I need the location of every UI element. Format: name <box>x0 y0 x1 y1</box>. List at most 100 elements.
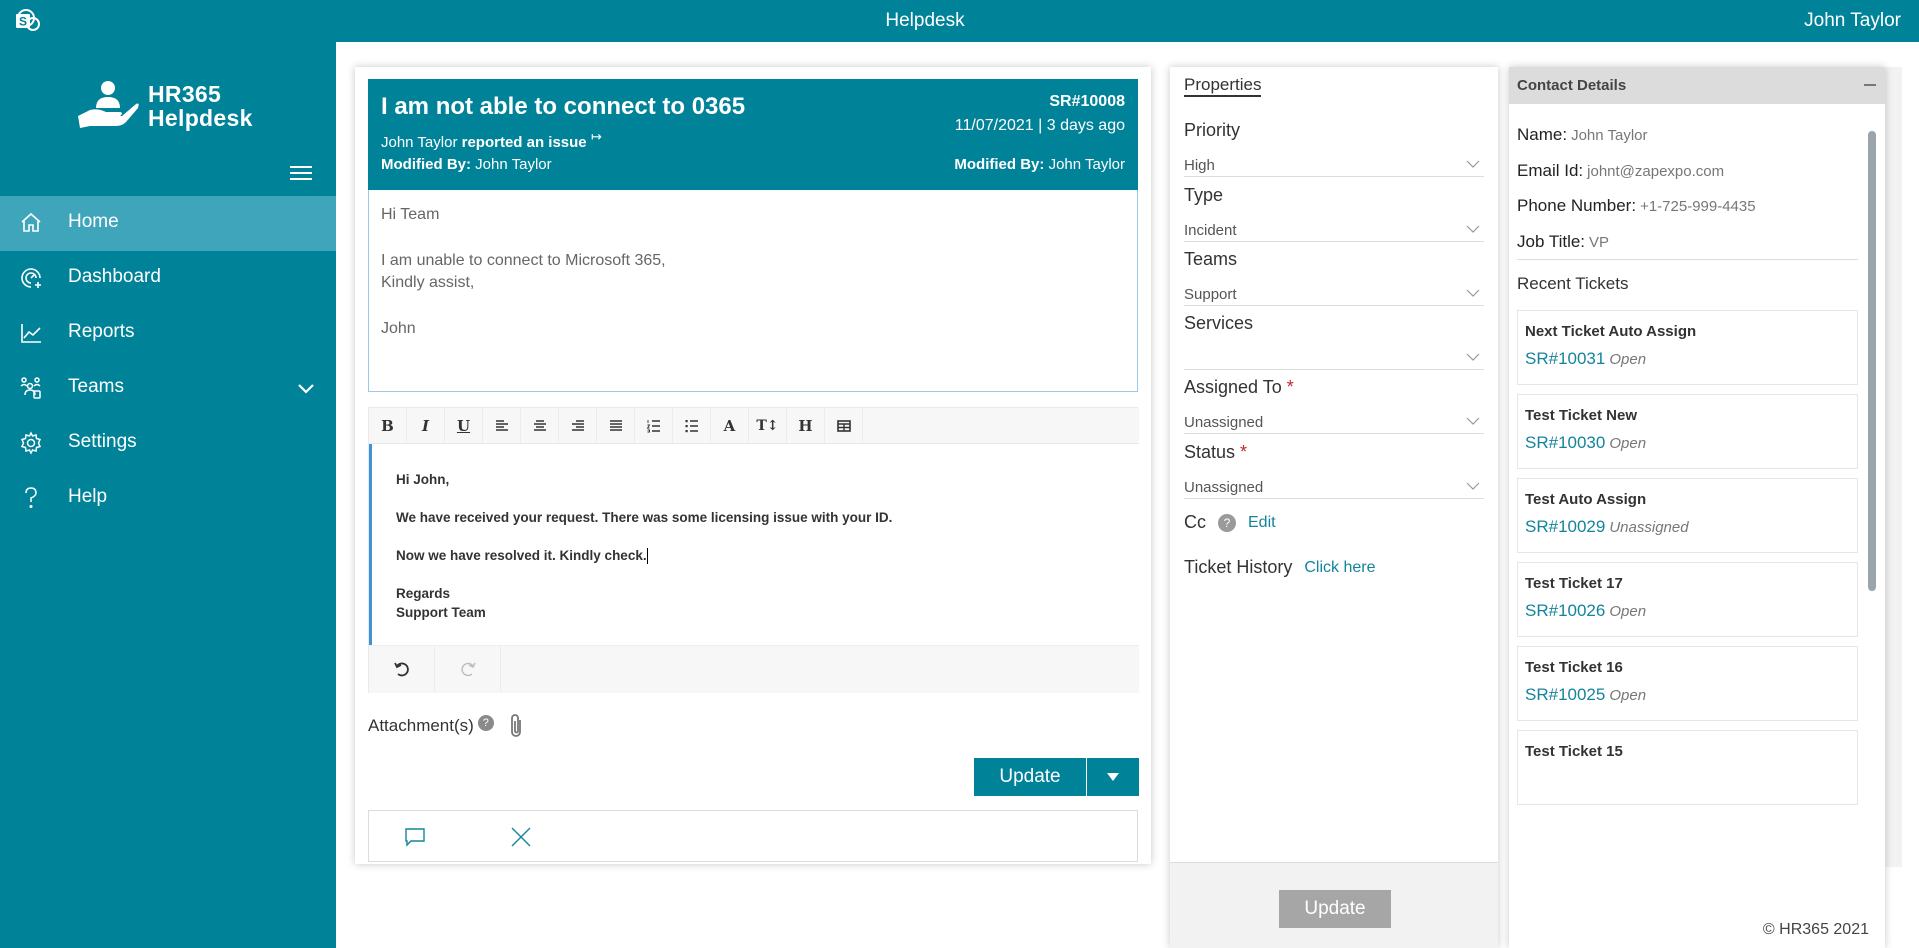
insert-table-button[interactable] <box>825 408 863 443</box>
redo-icon <box>460 662 476 677</box>
modified-by-right: Modified By: John Taylor <box>954 156 1125 173</box>
sidebar-item-home[interactable]: Home <box>0 196 336 251</box>
undo-button[interactable] <box>369 646 435 692</box>
minimize-icon[interactable] <box>1864 84 1876 86</box>
undo-redo-bar <box>369 645 1139 693</box>
font-size-button[interactable]: T↕ <box>749 408 787 443</box>
recent-ticket-card[interactable]: Test Auto Assign SR#10029 Unassigned <box>1517 478 1858 553</box>
recent-ticket-card[interactable]: Test Ticket 15 <box>1517 730 1858 805</box>
assigned-to-select[interactable]: Unassigned <box>1184 410 1484 434</box>
recent-ticket-sr-link[interactable]: SR#10026 <box>1525 601 1605 620</box>
bold-button[interactable]: B <box>369 408 407 443</box>
priority-label: Priority <box>1184 120 1241 140</box>
unordered-list-button[interactable] <box>673 408 711 443</box>
comment-icon[interactable] <box>403 825 427 849</box>
reply-text-area[interactable]: Hi John, We have received your request. … <box>369 444 1139 645</box>
sidebar-item-teams[interactable]: Teams <box>0 361 336 416</box>
assigned-to-value: Unassigned <box>1184 414 1264 431</box>
reply-greeting: Hi John, <box>396 472 450 487</box>
recent-ticket-sr-link[interactable]: SR#10031 <box>1525 349 1605 368</box>
contact-email-label: Email Id: <box>1517 161 1584 180</box>
type-select[interactable]: Incident <box>1184 218 1484 242</box>
close-icon[interactable] <box>509 825 533 849</box>
recent-ticket-card[interactable]: Test Ticket 16 SR#10025 Open <box>1517 646 1858 721</box>
recent-ticket-card[interactable]: Test Ticket 17 SR#10026 Open <box>1517 562 1858 637</box>
ticket-header: I am not able to connect to 0365 John Ta… <box>368 79 1138 190</box>
heading-button[interactable]: H <box>787 408 825 443</box>
sidebar-item-help[interactable]: Help <box>0 471 336 526</box>
required-asterisk: * <box>1286 377 1294 397</box>
hamburger-menu-icon[interactable] <box>290 166 312 180</box>
paperclip-icon[interactable] <box>506 712 526 740</box>
modified-by-value: John Taylor <box>1048 156 1125 173</box>
ticket-history-link[interactable]: Click here <box>1304 559 1375 577</box>
recent-ticket-sr-link[interactable]: SR#10029 <box>1525 517 1605 536</box>
contact-details-panel: Contact Details Name: John Taylor Email I… <box>1509 67 1885 948</box>
cc-label: Cc <box>1184 512 1206 532</box>
chevron-down-icon <box>1466 225 1480 233</box>
undo-icon <box>393 662 409 677</box>
ordered-list-button[interactable] <box>635 408 673 443</box>
help-icon[interactable]: ? <box>477 715 494 731</box>
comment-actions-box <box>368 810 1138 862</box>
contact-job-label: Job Title: <box>1517 232 1586 251</box>
recent-tickets-list: Next Ticket Auto Assign SR#10031 Open Tes… <box>1517 310 1858 831</box>
priority-select[interactable]: High <box>1184 153 1484 177</box>
scrollbar-thumb[interactable] <box>1868 131 1876 591</box>
recent-ticket-status: Unassigned <box>1609 519 1689 536</box>
redo-button[interactable] <box>435 646 501 692</box>
reply-editor: B I U A T↕ H Hi John, We have received y… <box>368 407 1139 693</box>
align-center-button[interactable] <box>521 408 559 443</box>
recent-ticket-card[interactable]: Next Ticket Auto Assign SR#10031 Open <box>1517 310 1858 385</box>
cc-row: Cc ? Edit <box>1184 512 1276 533</box>
body-line: I am unable to connect to Microsoft 365, <box>381 252 666 269</box>
sidebar-item-settings[interactable]: Settings <box>0 416 336 471</box>
recent-ticket-card[interactable]: Test Ticket New SR#10030 Open <box>1517 394 1858 469</box>
justify-button[interactable] <box>597 408 635 443</box>
sidebar-nav: Home Dashboard Reports Teams Settings He… <box>0 196 336 526</box>
cc-edit-link[interactable]: Edit <box>1248 514 1276 532</box>
italic-button[interactable]: I <box>407 408 445 443</box>
ticket-title: I am not able to connect to 0365 <box>381 93 746 120</box>
user-name[interactable]: John Taylor <box>1804 10 1901 32</box>
font-color-button[interactable]: A <box>711 408 749 443</box>
underline-button[interactable]: U <box>445 408 483 443</box>
update-dropdown-button[interactable] <box>1087 758 1139 796</box>
teams-select[interactable]: Support <box>1184 282 1484 306</box>
modified-label: Modified By: <box>381 156 471 173</box>
status-select[interactable]: Unassigned <box>1184 475 1484 499</box>
home-icon <box>21 212 41 232</box>
modified-label: Modified By: <box>954 156 1045 173</box>
type-field: Type Incident <box>1184 185 1484 242</box>
chevron-down-icon <box>1466 417 1480 425</box>
align-left-button[interactable] <box>483 408 521 443</box>
sidebar-item-label: Reports <box>68 321 135 342</box>
recent-ticket-sr-link[interactable]: SR#10030 <box>1525 433 1605 452</box>
recent-ticket-sr-link[interactable]: SR#10025 <box>1525 685 1605 704</box>
chevron-down-icon[interactable] <box>296 379 316 399</box>
update-button[interactable]: Update <box>974 758 1086 796</box>
contact-job-value: VP <box>1589 234 1610 251</box>
app-title: Helpdesk <box>885 10 965 31</box>
recent-ticket-status: Open <box>1609 603 1647 620</box>
brand-text: HR365 Helpdesk <box>148 82 253 130</box>
assigned-to-field: Assigned To * Unassigned <box>1184 377 1484 434</box>
sidebar-item-reports[interactable]: Reports <box>0 306 336 361</box>
reply-paragraph-text: Now we have resolved it. Kindly check. <box>396 548 647 563</box>
ticket-history-row: Ticket History Click here <box>1184 557 1375 578</box>
teams-label: Teams <box>1184 249 1238 269</box>
properties-panel: Properties Priority High Type Incident T… <box>1170 67 1498 948</box>
recent-ticket-status: Open <box>1609 687 1647 704</box>
services-select[interactable] <box>1184 346 1484 370</box>
help-icon[interactable]: ? <box>1218 513 1236 532</box>
recent-ticket-title: Test Ticket 15 <box>1525 743 1623 760</box>
align-right-button[interactable] <box>559 408 597 443</box>
recent-ticket-title: Test Ticket 17 <box>1525 575 1623 592</box>
arrow-right-to-icon[interactable]: ↦ <box>591 129 602 144</box>
brand-logo[interactable]: HR365 Helpdesk <box>76 78 276 138</box>
properties-update-button[interactable]: Update <box>1279 890 1391 928</box>
reporter-name: John Taylor <box>381 134 458 151</box>
ticket-reported-by: John Taylor reported an issue ↦ <box>381 129 602 151</box>
contact-title: Contact Details <box>1517 77 1627 94</box>
sidebar-item-dashboard[interactable]: Dashboard <box>0 251 336 306</box>
